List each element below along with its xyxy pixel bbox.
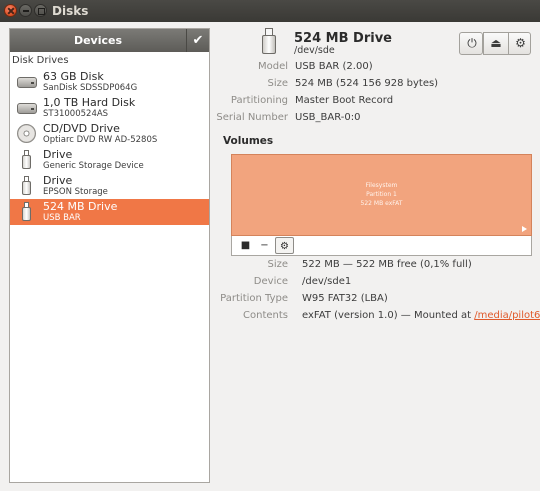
volumes-heading: Volumes (223, 135, 274, 147)
drive-name: 524 MB Drive (43, 200, 118, 213)
drive-model: ST31000524AS (43, 109, 109, 119)
property-label: Serial Number (216, 112, 288, 123)
usb-drive-icon (16, 150, 38, 170)
property-label: Contents (243, 310, 288, 321)
power-off-button[interactable]: ⏻ (459, 32, 483, 55)
close-window-button[interactable] (4, 4, 17, 17)
window-title: Disks (52, 4, 89, 18)
partition-settings-button[interactable]: ⚙ (275, 237, 294, 254)
drive-name: 1,0 TB Hard Disk (43, 96, 136, 109)
delete-partition-button[interactable]: − (255, 237, 274, 254)
drive-name: Drive (43, 148, 73, 161)
property-value: USB BAR (2.00) (295, 61, 373, 72)
drive-device-path: /dev/sde (294, 45, 335, 56)
usb-drive-icon (262, 28, 276, 54)
property-label: Device (253, 276, 288, 287)
drive-item-generic[interactable]: Drive Generic Storage Device (10, 147, 209, 173)
hdd-icon (16, 72, 38, 92)
maximize-window-button[interactable] (34, 4, 47, 17)
property-value: exFAT (version 1.0) — Mounted at /media/… (302, 310, 540, 321)
drive-model: USB BAR (43, 213, 81, 223)
usb-drive-icon (16, 176, 38, 196)
property-value: W95 FAT32 (LBA) (302, 293, 388, 304)
hdd-icon (16, 98, 38, 118)
drive-model: SanDisk SDSSDP064G (43, 83, 138, 93)
volume-map-label: Filesystem Partition 1 522 MB exFAT (360, 182, 403, 207)
drive-item-cd-dvd[interactable]: CD/DVD Drive Optiarc DVD RW AD-5280S (10, 121, 209, 147)
usb-drive-icon (16, 202, 38, 222)
window-titlebar: Disks (0, 0, 540, 22)
devices-header-label: Devices (73, 34, 123, 47)
drive-actions-group: ⏏ ⚙ (483, 32, 531, 55)
property-value: 522 MB — 522 MB free (0,1% full) (302, 259, 472, 270)
contents-text: exFAT (version 1.0) — Mounted at (302, 310, 475, 321)
property-label: Size (267, 78, 288, 89)
drive-name: CD/DVD Drive (43, 122, 120, 135)
mount-point-link[interactable]: /media/pilot6/... (474, 310, 540, 321)
property-label: Partitioning (230, 95, 288, 106)
drive-model: Optiarc DVD RW AD-5280S (43, 135, 158, 145)
volume-map-partition-1[interactable]: Filesystem Partition 1 522 MB exFAT (231, 154, 532, 236)
property-label: Model (257, 61, 288, 72)
check-icon[interactable]: ✔ (186, 29, 209, 52)
property-value: Master Boot Record (295, 95, 394, 106)
eject-button[interactable]: ⏏ (484, 33, 508, 54)
unmount-button[interactable]: ■ (236, 237, 255, 254)
property-label: Partition Type (220, 293, 288, 304)
drive-item-524mb-selected[interactable]: 524 MB Drive USB BAR (10, 199, 209, 225)
drive-model: Generic Storage Device (43, 161, 144, 171)
property-label: Size (267, 259, 288, 270)
drive-settings-button[interactable]: ⚙ (508, 33, 532, 54)
drive-name: 63 GB Disk (43, 70, 104, 83)
optical-disc-icon (16, 124, 38, 144)
drive-title: 524 MB Drive (294, 31, 392, 46)
property-value: USB_BAR-0:0 (295, 112, 361, 123)
devices-header: Devices ✔ (10, 29, 209, 52)
drive-name: Drive (43, 174, 73, 187)
minimize-window-button[interactable] (19, 4, 32, 17)
volume-toolbar: ■ − ⚙ (231, 236, 532, 256)
power-icon: ⏻ (467, 36, 477, 50)
property-value: /dev/sde1 (302, 276, 352, 287)
drive-item-epson[interactable]: Drive EPSON Storage (10, 173, 209, 199)
drive-model: EPSON Storage (43, 187, 108, 197)
property-value: 524 MB (524 156 928 bytes) (295, 78, 439, 89)
volume-corner-icon (522, 226, 527, 232)
